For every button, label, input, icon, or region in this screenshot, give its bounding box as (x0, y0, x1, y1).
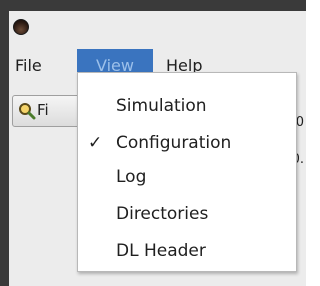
magnifier-icon (19, 103, 36, 120)
menu-item-dl-header[interactable]: DL Header (78, 234, 296, 268)
menu-item-label: Simulation (116, 96, 207, 116)
title-bar[interactable] (9, 11, 306, 45)
menu-item-label: Log (116, 167, 147, 187)
check-icon: ✓ (88, 133, 103, 153)
menu-item-directories[interactable]: Directories (78, 197, 296, 231)
find-button-label: Fi (37, 101, 49, 119)
menu-item-log[interactable]: Log (78, 160, 296, 194)
menu-item-label: DL Header (116, 241, 206, 261)
menu-item-label: Directories (116, 204, 209, 224)
menu-item-label: Configuration (116, 133, 232, 153)
app-icon[interactable] (13, 19, 29, 35)
menu-item-simulation[interactable]: Simulation (78, 89, 296, 123)
menu-file[interactable]: File (15, 49, 42, 83)
menu-item-configuration[interactable]: ✓ Configuration (78, 126, 296, 160)
view-menu-dropdown: Simulation ✓ Configuration Log Directori… (77, 72, 297, 272)
